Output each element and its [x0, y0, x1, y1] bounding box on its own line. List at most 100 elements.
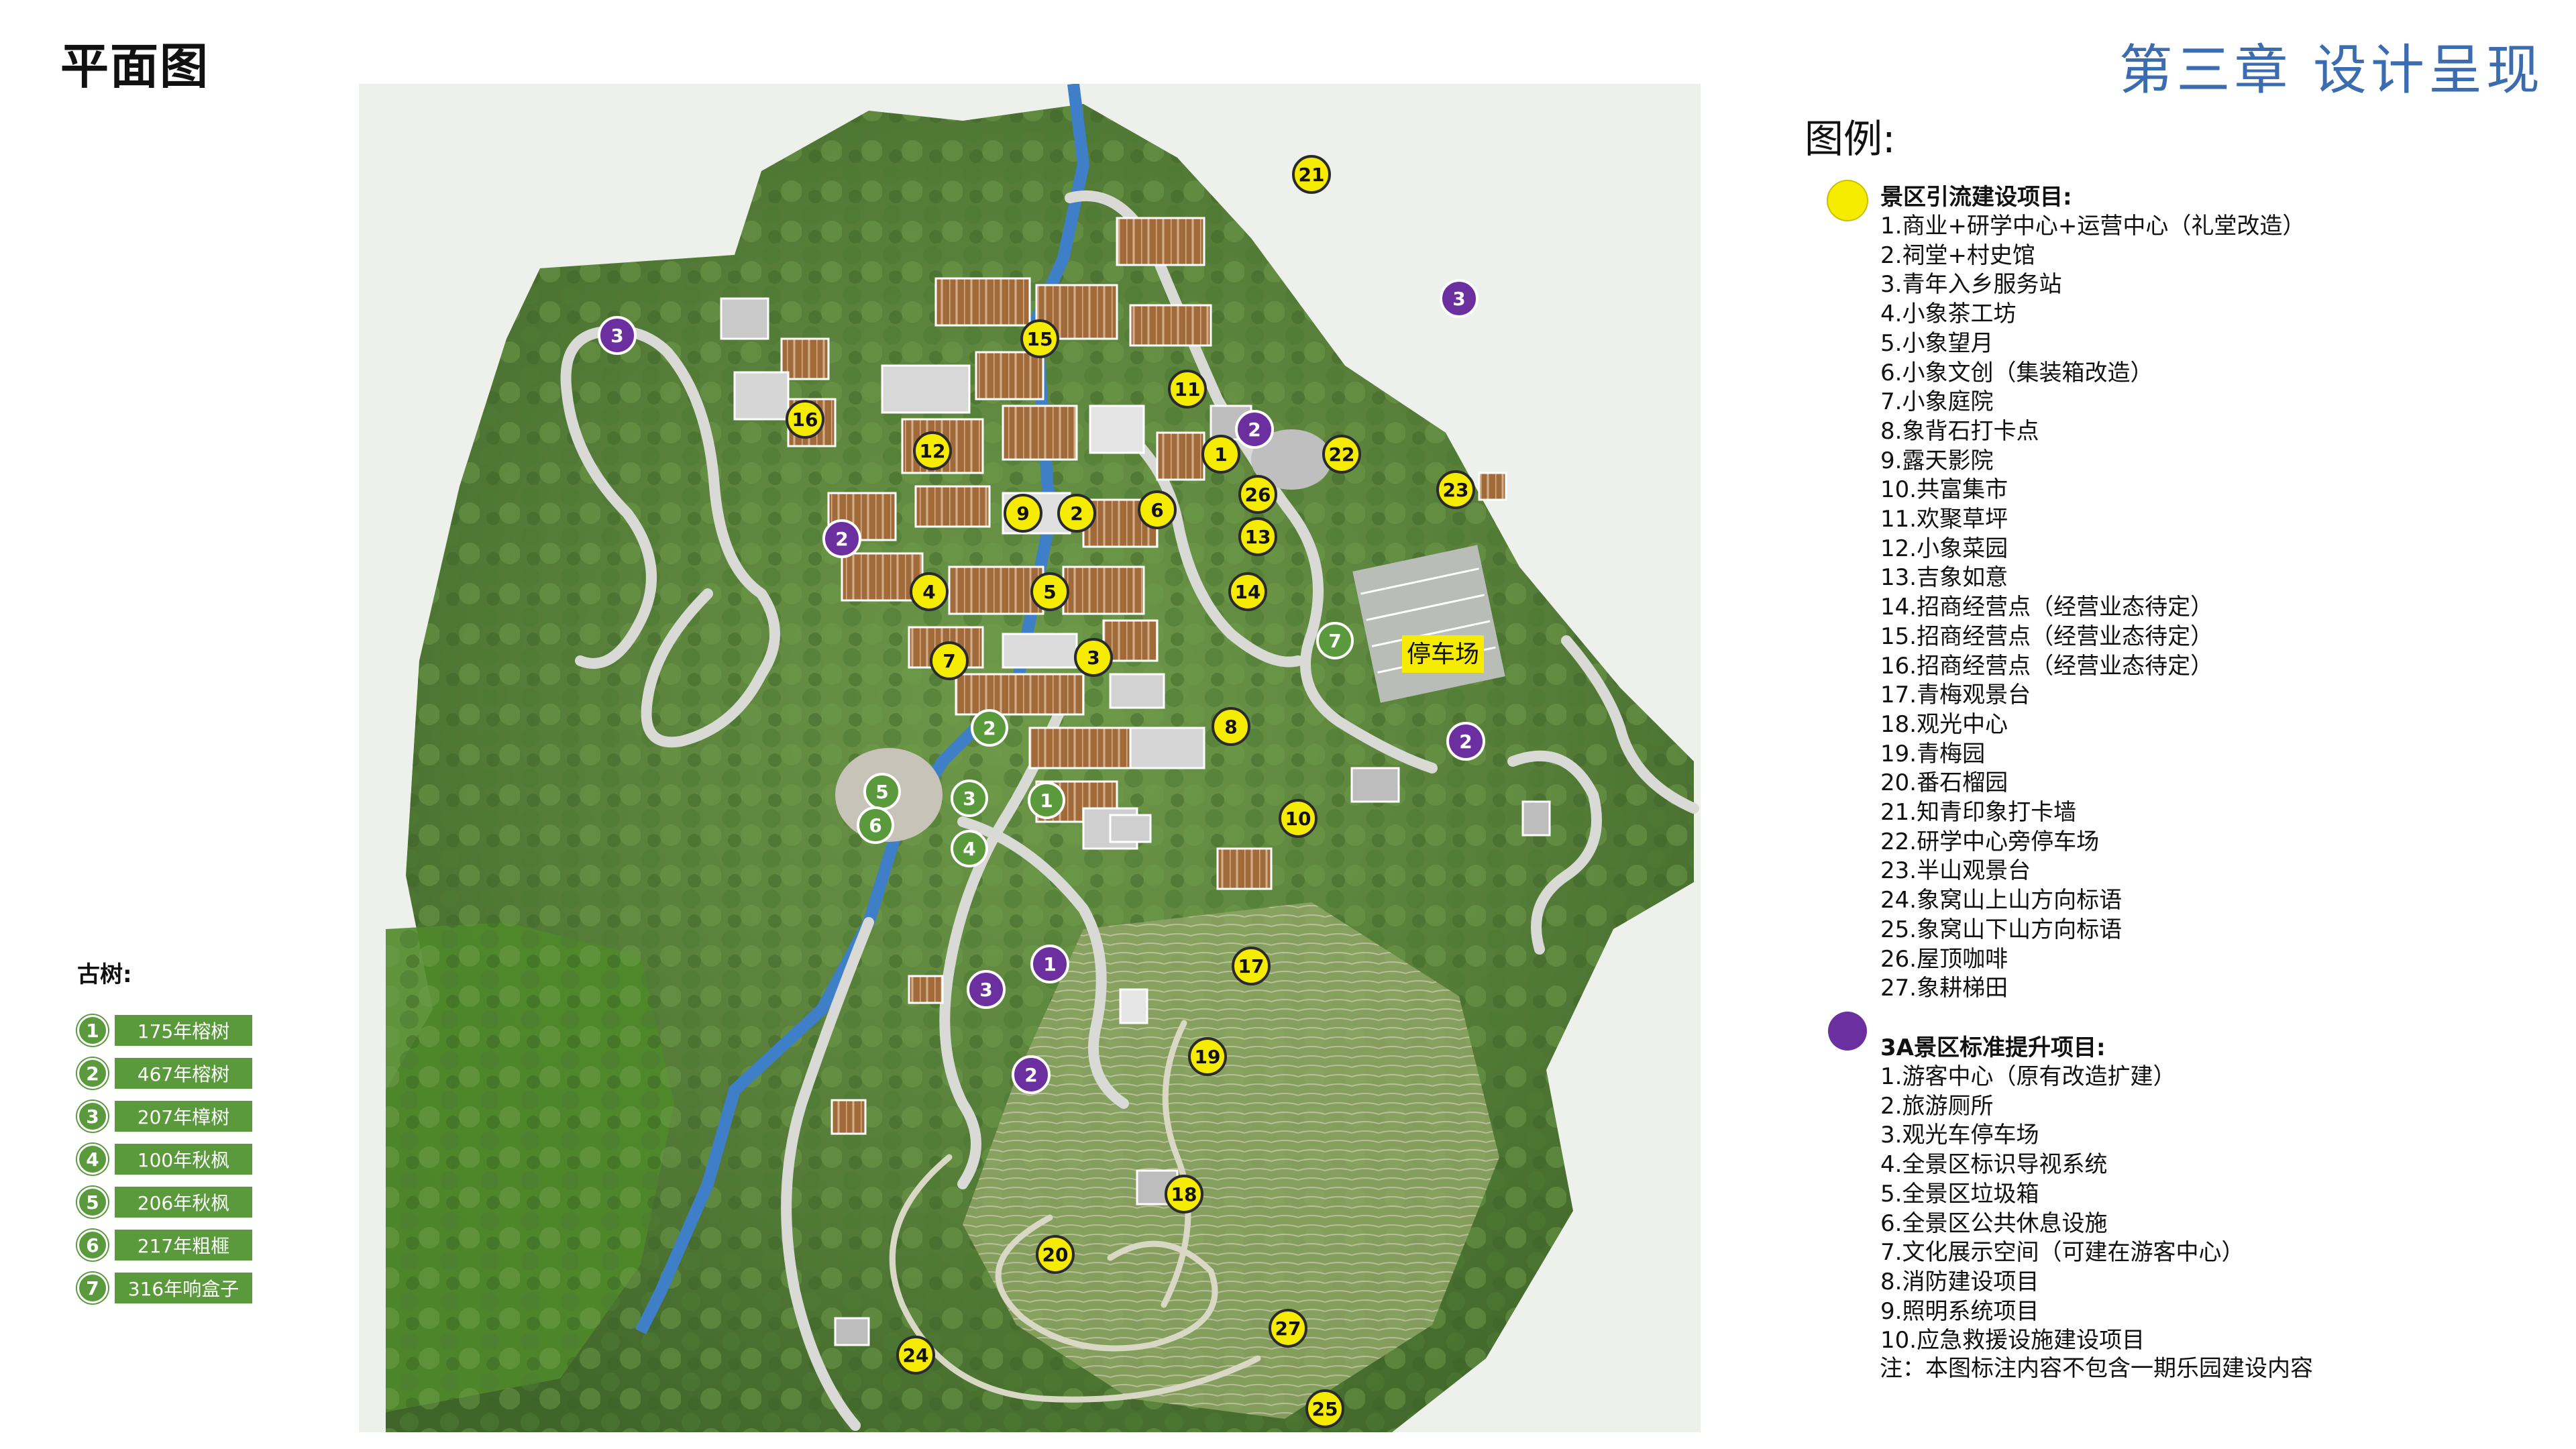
upgrade-marker-number: 2 — [835, 528, 848, 550]
attraction-marker[interactable]: 6 — [1138, 490, 1177, 529]
attraction-marker[interactable]: 16 — [786, 400, 824, 439]
upgrade-marker[interactable]: 2 — [822, 519, 861, 558]
upgrade-item: 2.旅游厕所 — [1880, 1092, 1994, 1120]
attraction-marker[interactable]: 12 — [913, 431, 952, 470]
attraction-item: 13.吉象如意 — [1880, 564, 2008, 592]
attraction-item: 12.小象菜园 — [1880, 535, 2008, 562]
ancient-tree-marker-number: 1 — [1040, 790, 1053, 812]
attraction-marker-number: 25 — [1312, 1398, 1338, 1420]
attraction-marker-number: 8 — [1224, 716, 1237, 738]
attraction-item: 1.商业+研学中心+运营中心（礼堂改造） — [1880, 213, 2306, 239]
attraction-list: 1.商业+研学中心+运营中心（礼堂改造） 2.祠堂+村史馆 3.青年入乡服务站 4.小… — [1880, 212, 2305, 1004]
attraction-marker[interactable]: 22 — [1322, 435, 1361, 474]
attraction-item: 24.象窝山上山方向标语 — [1880, 887, 2123, 914]
attraction-marker-number: 3 — [1087, 647, 1099, 669]
yellow-swatch-icon — [1828, 181, 1867, 220]
ancient-tree-marker[interactable]: 7 — [1316, 622, 1354, 659]
upgrade-marker[interactable]: 3 — [967, 970, 1006, 1009]
attraction-marker[interactable]: 21 — [1292, 155, 1331, 194]
attraction-marker[interactable]: 17 — [1232, 947, 1271, 985]
attraction-item: 6.小象文创（集装箱改造） — [1880, 359, 2153, 386]
upgrade-item: 9.照明系统项目 — [1880, 1297, 2039, 1325]
attraction-marker-number: 20 — [1042, 1244, 1069, 1266]
tree-label: 316年响盒子 — [115, 1273, 252, 1303]
attraction-item: 25.象窝山下山方向标语 — [1880, 916, 2123, 943]
attraction-legend: 景区引流建设项目: 1.商业+研学中心+运营中心（礼堂改造） 2.祠堂+村史馆 3.… — [1828, 181, 2305, 1004]
attraction-marker-number: 16 — [792, 409, 818, 431]
ancient-tree-marker[interactable]: 5 — [863, 773, 901, 810]
attraction-marker-number: 21 — [1299, 164, 1325, 186]
attraction-marker[interactable]: 7 — [930, 641, 969, 680]
upgrade-marker[interactable]: 3 — [1440, 279, 1479, 318]
ancient-tree-marker[interactable]: 1 — [1028, 782, 1065, 819]
attraction-marker[interactable]: 10 — [1279, 799, 1318, 838]
upgrade-item: 4.全景区标识导视系统 — [1880, 1151, 2108, 1179]
attraction-item: 4.小象茶工坊 — [1880, 301, 2017, 328]
upgrade-marker[interactable]: 3 — [598, 316, 637, 355]
attraction-marker[interactable]: 1 — [1201, 435, 1240, 474]
ancient-tree-legend: 古树: 1 175年榕树 2 467年榕树 3 207年樟树 4 100年秋枫 5 206年秋枫 6… — [77, 956, 252, 1309]
site-plan-map: 停车场 21 15 11 16 12 1 22 26 23 9 2 6 13 4 5 14 7 3 8 10 17 19 1… — [359, 84, 1701, 1432]
attraction-marker[interactable]: 11 — [1168, 370, 1207, 409]
attraction-marker-number: 27 — [1275, 1318, 1301, 1340]
attraction-marker[interactable]: 27 — [1269, 1309, 1307, 1348]
attraction-item: 7.小象庭院 — [1880, 388, 1994, 416]
ancient-tree-marker[interactable]: 3 — [951, 780, 988, 817]
attraction-marker-number: 26 — [1245, 484, 1271, 506]
upgrade-marker[interactable]: 2 — [1235, 410, 1274, 449]
attraction-item: 8.象背石打卡点 — [1880, 417, 2039, 445]
attraction-marker[interactable]: 2 — [1057, 494, 1096, 533]
tree-legend-row: 3 207年樟树 — [77, 1095, 252, 1138]
attraction-marker[interactable]: 20 — [1036, 1235, 1075, 1274]
attraction-item: 15.招商经营点（经营业态待定） — [1880, 623, 2214, 650]
attraction-item: 11.欢聚草坪 — [1880, 506, 2008, 533]
upgrade-marker-number: 3 — [1452, 288, 1465, 310]
attraction-marker[interactable]: 4 — [910, 572, 949, 611]
ancient-tree-marker[interactable]: 2 — [971, 709, 1008, 747]
attraction-item: 5.小象望月 — [1880, 329, 1994, 357]
tree-number-badge: 4 — [77, 1144, 108, 1175]
attraction-marker-number: 24 — [903, 1344, 929, 1366]
ancient-tree-title: 古树: — [77, 961, 132, 988]
upgrade-marker[interactable]: 1 — [1030, 945, 1069, 983]
page-title: 平面图 — [60, 38, 210, 95]
attraction-marker[interactable]: 18 — [1165, 1175, 1203, 1214]
upgrade-marker-number: 2 — [1024, 1064, 1037, 1086]
upgrade-marker-number: 3 — [979, 979, 992, 1001]
attraction-marker[interactable]: 24 — [896, 1336, 935, 1375]
attraction-item: 2.祠堂+村史馆 — [1880, 241, 2035, 269]
attraction-marker-number: 6 — [1150, 499, 1163, 521]
attraction-marker[interactable]: 9 — [1004, 494, 1042, 533]
attraction-marker[interactable]: 8 — [1212, 707, 1250, 746]
attraction-marker[interactable]: 23 — [1436, 470, 1475, 509]
attraction-item: 26.屋顶咖啡 — [1880, 945, 2008, 973]
attraction-marker[interactable]: 19 — [1188, 1037, 1227, 1076]
ancient-tree-marker[interactable]: 4 — [951, 830, 988, 867]
attraction-item: 17.青梅观景台 — [1880, 682, 2031, 709]
ancient-tree-marker[interactable]: 6 — [857, 806, 894, 844]
attraction-item: 21.知青印象打卡墙 — [1880, 799, 2077, 826]
upgrade-marker[interactable]: 2 — [1012, 1055, 1051, 1094]
attraction-marker-number: 13 — [1245, 526, 1271, 548]
upgrade-marker-number: 2 — [1459, 731, 1472, 753]
attraction-marker[interactable]: 14 — [1228, 572, 1267, 611]
ancient-tree-marker-number: 4 — [963, 838, 975, 860]
attraction-marker[interactable]: 26 — [1238, 475, 1277, 514]
attraction-marker[interactable]: 25 — [1305, 1389, 1344, 1428]
attraction-marker[interactable]: 3 — [1074, 638, 1113, 677]
attraction-marker[interactable]: 13 — [1238, 517, 1277, 556]
attraction-marker[interactable]: 5 — [1030, 572, 1069, 611]
attraction-marker[interactable]: 15 — [1020, 319, 1059, 358]
ancient-tree-marker-number: 5 — [875, 781, 888, 803]
attraction-marker-number: 10 — [1285, 808, 1311, 830]
upgrade-marker[interactable]: 2 — [1446, 722, 1485, 761]
tree-number-badge: 2 — [77, 1058, 108, 1089]
ancient-tree-marker-number: 3 — [963, 788, 975, 810]
upgrade-legend: 3A景区标准提升项目: 1.游客中心（原有改造扩建） 2.旅游厕所 3.观光车停车场… — [1828, 1012, 2244, 1356]
attraction-marker-number: 5 — [1043, 581, 1056, 603]
tree-legend-row: 6 217年粗榧 — [77, 1224, 252, 1267]
tree-legend-row: 2 467年榕树 — [77, 1052, 252, 1095]
tree-number-badge: 3 — [77, 1101, 108, 1132]
chapter-title: 第三章 设计呈现 — [2118, 39, 2544, 101]
tree-label: 175年榕树 — [115, 1015, 252, 1046]
